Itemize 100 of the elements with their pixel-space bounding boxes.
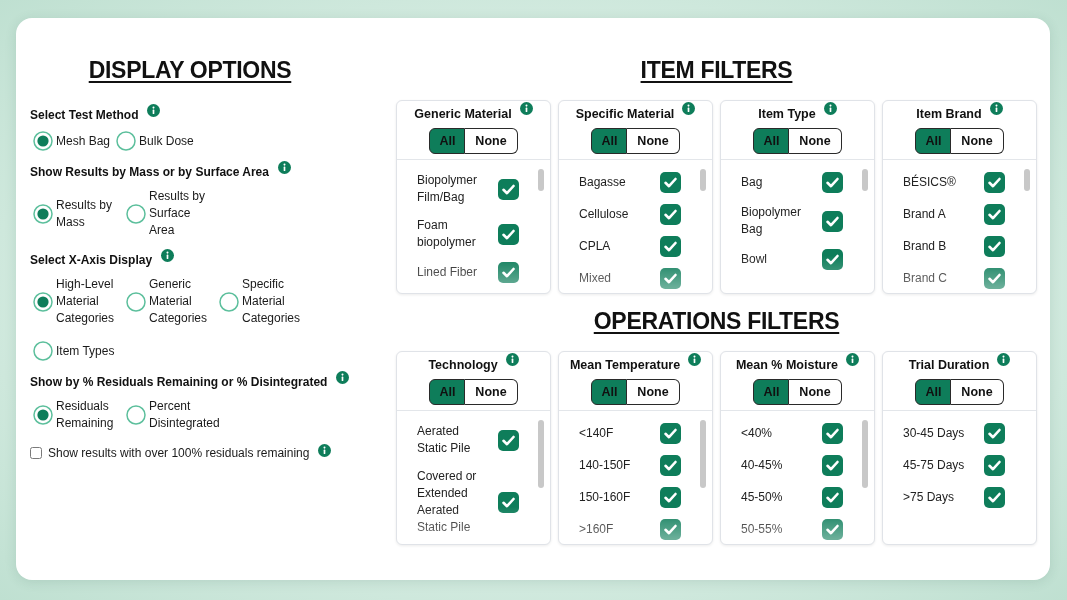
checkbox[interactable] bbox=[660, 519, 681, 540]
info-icon[interactable] bbox=[989, 102, 1003, 115]
filter-option-label: Covered or Extended Aerated Static Pile bbox=[417, 468, 478, 536]
info-icon[interactable] bbox=[147, 104, 161, 117]
info-icon[interactable] bbox=[846, 353, 860, 366]
radio-button[interactable] bbox=[33, 131, 53, 151]
radio-label: High-Level Material Categories bbox=[56, 276, 116, 327]
checkbox[interactable] bbox=[822, 172, 843, 193]
info-icon[interactable] bbox=[505, 353, 519, 366]
segment-button[interactable]: None bbox=[627, 379, 680, 405]
filter-option-label: CPLA bbox=[579, 238, 612, 255]
segment-button[interactable]: All bbox=[915, 128, 952, 154]
checkbox[interactable] bbox=[30, 447, 42, 459]
filter-option-label: 45-50% bbox=[741, 489, 784, 506]
segment-button[interactable]: All bbox=[591, 128, 628, 154]
filter-option-label: >75 Days bbox=[903, 489, 956, 506]
checkbox[interactable] bbox=[984, 236, 1005, 257]
info-icon[interactable] bbox=[682, 102, 696, 115]
checkbox[interactable] bbox=[984, 172, 1005, 193]
segment-button[interactable]: All bbox=[753, 128, 790, 154]
radio-button[interactable] bbox=[126, 405, 146, 425]
scrollbar-thumb[interactable] bbox=[538, 169, 544, 191]
segment-button[interactable]: None bbox=[951, 128, 1004, 154]
checkbox[interactable] bbox=[822, 249, 843, 270]
filter-option-label: BÉSICS® bbox=[903, 174, 957, 191]
checkbox[interactable] bbox=[660, 268, 681, 289]
scrollbar-thumb[interactable] bbox=[700, 169, 706, 191]
segment-button[interactable]: None bbox=[789, 128, 842, 154]
segment-button[interactable]: All bbox=[753, 379, 790, 405]
section-heading: Select X-Axis Display bbox=[30, 252, 153, 268]
checkbox[interactable] bbox=[660, 172, 681, 193]
info-icon[interactable] bbox=[823, 102, 837, 115]
segment-button[interactable]: None bbox=[789, 379, 842, 405]
scrollbar-thumb[interactable] bbox=[538, 420, 544, 488]
segment-button[interactable]: None bbox=[627, 128, 680, 154]
info-icon[interactable] bbox=[997, 353, 1011, 366]
filter-option-label: 40-45% bbox=[741, 457, 784, 474]
radio-button[interactable] bbox=[126, 291, 146, 312]
radio-label: Percent Disintegrated bbox=[149, 398, 220, 432]
checkbox[interactable] bbox=[822, 455, 843, 476]
filter-option-label: Bagasse bbox=[579, 174, 627, 191]
radio-button[interactable] bbox=[219, 291, 239, 312]
checkbox[interactable] bbox=[498, 178, 519, 200]
filter-option-label: Biopolymer Film/Bag bbox=[417, 172, 479, 206]
radio-button[interactable] bbox=[116, 131, 137, 151]
segment-button[interactable]: All bbox=[915, 379, 952, 405]
checkbox[interactable] bbox=[498, 491, 519, 513]
checkbox[interactable] bbox=[498, 429, 519, 451]
checkbox-label: Show results with over 100% residuals remaining bbox=[48, 445, 310, 461]
scrollbar-thumb[interactable] bbox=[1024, 169, 1030, 191]
checkbox[interactable] bbox=[822, 210, 843, 232]
card-title: Generic Material bbox=[414, 106, 512, 122]
checkbox[interactable] bbox=[498, 262, 519, 283]
checkbox[interactable] bbox=[984, 487, 1005, 508]
segment-button[interactable]: None bbox=[951, 379, 1004, 405]
filter-option-label: 30-45 Days bbox=[903, 425, 966, 442]
info-icon[interactable] bbox=[336, 371, 350, 384]
segment-button[interactable]: All bbox=[429, 128, 466, 154]
info-icon[interactable] bbox=[161, 249, 175, 262]
radio-button[interactable] bbox=[33, 291, 53, 312]
segment-button[interactable]: None bbox=[465, 128, 518, 154]
checkbox[interactable] bbox=[660, 423, 681, 444]
scrollbar-thumb[interactable] bbox=[862, 169, 868, 191]
checkbox[interactable] bbox=[660, 487, 681, 508]
checkbox[interactable] bbox=[660, 236, 681, 257]
checkbox[interactable] bbox=[984, 423, 1005, 444]
group-title: ITEM FILTERS bbox=[640, 57, 793, 83]
info-icon[interactable] bbox=[318, 443, 332, 457]
filter-option-label: 50-55% bbox=[741, 521, 784, 538]
scrollbar-thumb[interactable] bbox=[700, 420, 706, 488]
radio-button[interactable] bbox=[126, 203, 146, 224]
radio-button[interactable] bbox=[33, 405, 53, 425]
checkbox[interactable] bbox=[822, 423, 843, 444]
scrollbar-thumb[interactable] bbox=[862, 420, 868, 488]
checkbox[interactable] bbox=[660, 204, 681, 225]
checkbox[interactable] bbox=[660, 455, 681, 476]
radio-label: Item Types bbox=[56, 342, 115, 360]
checkbox[interactable] bbox=[984, 204, 1005, 225]
info-icon[interactable] bbox=[277, 161, 291, 174]
segment-button[interactable]: All bbox=[429, 379, 466, 405]
radio-button[interactable] bbox=[33, 341, 53, 361]
segment-button[interactable]: All bbox=[591, 379, 628, 405]
card-title: Mean % Moisture bbox=[735, 357, 839, 373]
radio-label: Residuals Remaining bbox=[56, 398, 115, 432]
filter-option-label: <40% bbox=[741, 425, 774, 442]
radio-button[interactable] bbox=[33, 203, 53, 224]
filter-option-label: Brand B bbox=[903, 238, 948, 255]
radio-label: Mesh Bag bbox=[56, 132, 111, 150]
info-icon[interactable] bbox=[519, 102, 533, 115]
info-icon[interactable] bbox=[688, 353, 702, 366]
card-title: Item Type bbox=[758, 106, 816, 122]
filter-option-label: <140F bbox=[579, 425, 615, 442]
checkbox[interactable] bbox=[822, 487, 843, 508]
segment-button[interactable]: None bbox=[465, 379, 518, 405]
filter-option-label: Brand C bbox=[903, 270, 949, 287]
checkbox[interactable] bbox=[984, 455, 1005, 476]
checkbox[interactable] bbox=[822, 519, 843, 540]
checkbox[interactable] bbox=[984, 268, 1005, 289]
checkbox[interactable] bbox=[498, 223, 519, 245]
filter-option-label: Cellulose bbox=[579, 206, 630, 223]
